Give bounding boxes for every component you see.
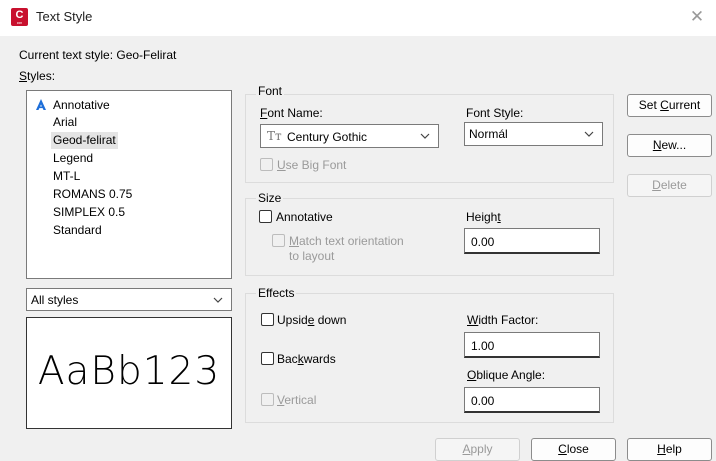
match-orientation-label-line2: to layout [289, 249, 335, 263]
font-name-dropdown[interactable]: Tᴛ Century Gothic [260, 124, 439, 148]
upside-down-checkbox[interactable] [261, 313, 274, 326]
backwards-checkbox[interactable] [261, 352, 274, 365]
styles-filter-value: All styles [31, 293, 79, 307]
font-name-value: Century Gothic [287, 130, 368, 144]
vertical-label: Vertical [277, 393, 317, 407]
window-title: Text Style [36, 9, 93, 24]
upside-down-label: Upside down [277, 313, 347, 327]
font-style-value: Normál [469, 127, 508, 141]
chevron-down-icon [584, 131, 594, 137]
use-big-font-checkbox[interactable] [260, 158, 273, 171]
new-style-button[interactable]: New... [627, 134, 712, 157]
font-name-label: Font Name: [260, 106, 323, 120]
oblique-angle-input[interactable]: 0.00 [464, 387, 600, 413]
style-item[interactable]: Standard [51, 222, 104, 239]
text-preview: AaBb123 [26, 317, 232, 429]
preview-sample-text: AaBb123 [37, 349, 221, 394]
chevron-down-icon [213, 297, 223, 303]
chevron-down-icon [420, 133, 430, 139]
width-factor-label: Width Factor: [467, 313, 539, 327]
styles-label: Styles: [19, 69, 56, 83]
font-style-label: Font Style: [466, 106, 524, 120]
width-factor-input[interactable]: 1.00 [464, 332, 600, 358]
title-bar: C CIV Text Style ✕ [0, 0, 716, 36]
app-icon-sublabel: CIV [16, 21, 22, 25]
use-big-font-label: Use Big Font [277, 158, 347, 172]
match-orientation-checkbox[interactable] [272, 234, 285, 247]
delete-style-button[interactable]: Delete [627, 174, 712, 197]
app-icon: C CIV [11, 8, 28, 26]
vertical-checkbox[interactable] [261, 393, 274, 406]
close-icon[interactable]: ✕ [688, 6, 706, 28]
effects-group-title: Effects [256, 286, 297, 300]
close-button[interactable]: Close [531, 438, 616, 461]
backwards-label: Backwards [277, 352, 336, 366]
font-style-dropdown[interactable]: Normál [464, 122, 603, 146]
styles-filter-dropdown[interactable]: All styles [26, 288, 232, 311]
font-group-title: Font [256, 84, 285, 98]
annotative-checkbox[interactable] [259, 210, 272, 223]
annotative-label: Annotative [276, 210, 333, 224]
style-item[interactable]: Annotative [51, 97, 112, 114]
current-style-label: Current text style: Geo-Felirat [19, 48, 177, 62]
style-item-selected[interactable]: Geod-felirat [51, 132, 118, 149]
style-item[interactable]: ROMANS 0.75 [51, 186, 134, 203]
style-item[interactable]: SIMPLEX 0.5 [51, 204, 127, 221]
oblique-angle-label: Oblique Angle: [467, 368, 546, 382]
style-item[interactable]: Legend [51, 150, 95, 167]
help-button[interactable]: Help [627, 438, 712, 461]
styles-list[interactable]: Annotative Arial Geod-felirat Legend MT-… [26, 90, 232, 279]
height-input[interactable]: 0.00 [464, 228, 600, 254]
style-item[interactable]: Arial [51, 114, 79, 131]
annotative-scale-icon [36, 99, 46, 110]
truetype-font-icon: Tᴛ [267, 129, 282, 143]
height-label: Height [466, 210, 501, 224]
set-current-button[interactable]: Set Current [627, 94, 712, 117]
match-orientation-label-line1: Match text orientation [289, 234, 404, 248]
style-item[interactable]: MT-L [51, 168, 82, 185]
size-group-title: Size [256, 191, 284, 205]
apply-button[interactable]: Apply [435, 438, 520, 461]
